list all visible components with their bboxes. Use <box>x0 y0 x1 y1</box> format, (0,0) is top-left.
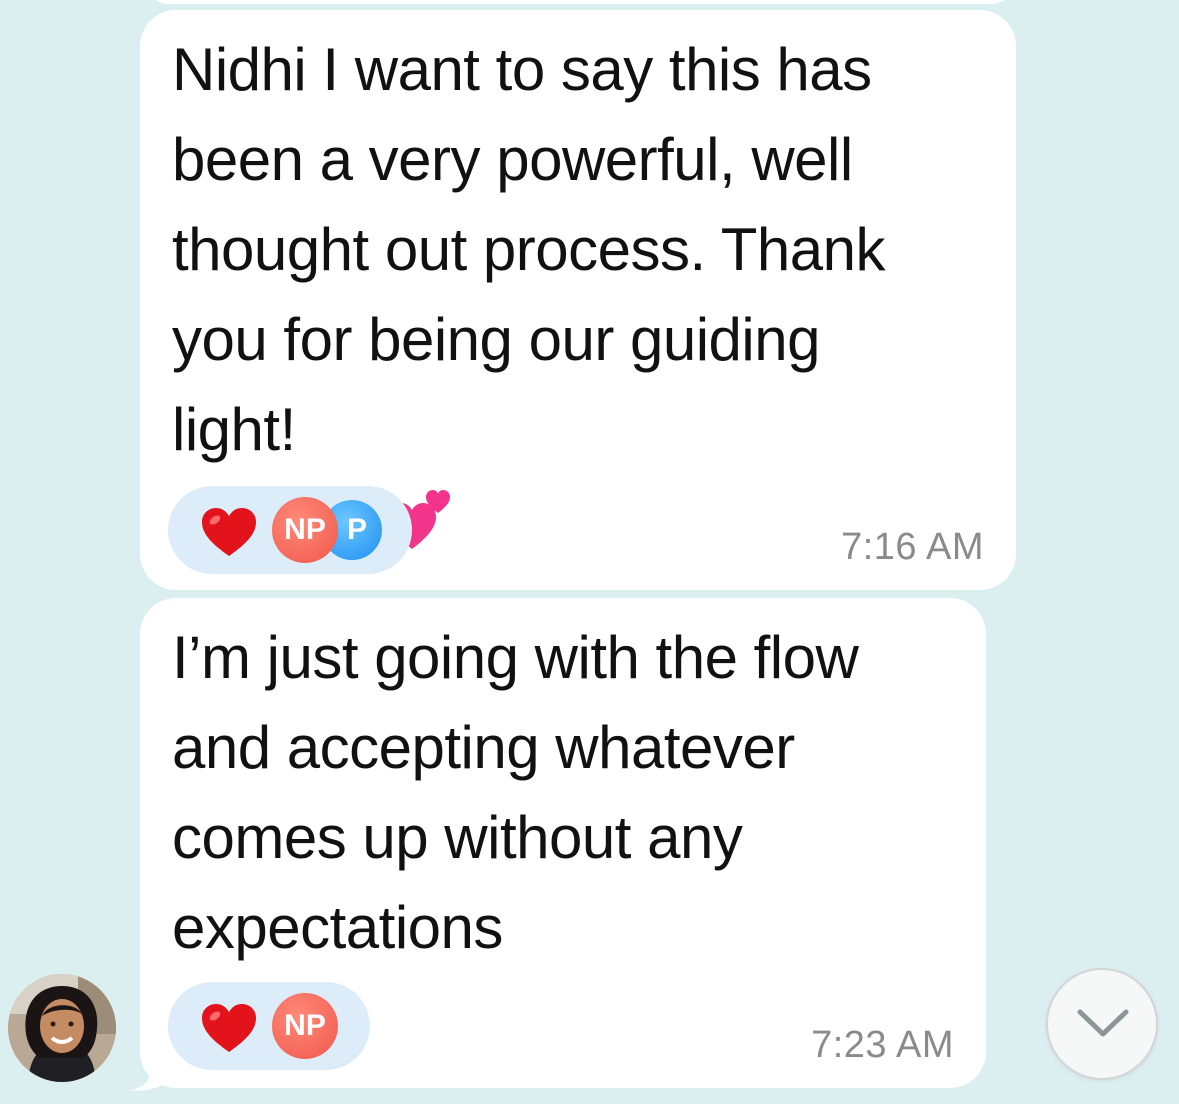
previous-message-bubble-edge <box>145 0 1015 4</box>
reaction-pill[interactable]: NP <box>168 982 370 1070</box>
heart-icon <box>200 1002 258 1054</box>
message-timestamp: 7:16 AM <box>841 526 984 568</box>
avatar[interactable] <box>8 974 116 1082</box>
bubble-tail <box>120 1052 170 1092</box>
chevron-down-icon <box>1077 1009 1129 1037</box>
reactor-avatar-np: NP <box>272 497 338 563</box>
two-hearts-icon <box>386 393 456 550</box>
message-timestamp: 7:23 AM <box>811 1024 954 1066</box>
heart-icon <box>200 506 258 558</box>
reaction-pill[interactable]: NP P <box>168 486 412 574</box>
scroll-down-button[interactable] <box>1046 968 1158 1080</box>
message-text: I’m just going with the flow and accepti… <box>172 624 859 961</box>
reactor-avatar-np: NP <box>272 993 338 1059</box>
message-bubble[interactable]: I’m just going with the flow and accepti… <box>140 598 986 1088</box>
folded-hands-icon <box>306 393 376 550</box>
message-text: Nidhi I want to say this has been a very… <box>172 25 1002 550</box>
message-bubble[interactable]: Nidhi I want to say this has been a very… <box>140 10 1016 590</box>
